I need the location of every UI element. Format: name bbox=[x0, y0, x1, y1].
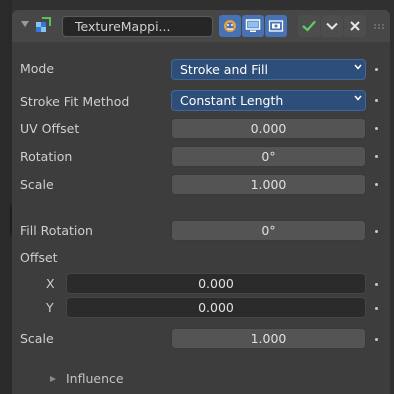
rotation-label: Rotation bbox=[20, 149, 73, 164]
offset-x-label: X bbox=[46, 276, 55, 291]
animate-property-dot[interactable] bbox=[375, 183, 378, 186]
mode-dropdown[interactable]: Stroke and Fill bbox=[171, 59, 366, 80]
edit-mode-toggle[interactable] bbox=[219, 15, 241, 37]
scale-field[interactable]: 1.000 bbox=[171, 174, 366, 195]
editor-left-edge bbox=[0, 0, 12, 394]
modifier-header: TextureMappi... bbox=[12, 10, 390, 42]
stroke-fit-label: Stroke Fit Method bbox=[20, 94, 130, 109]
animate-property-dot[interactable] bbox=[375, 68, 378, 71]
offset-y-field[interactable]: 0.000 bbox=[66, 297, 366, 318]
modifier-panel: TextureMappi... Mode Stroke and Fill Str… bbox=[12, 10, 390, 394]
realtime-display-toggle[interactable] bbox=[242, 15, 264, 37]
animate-property-dot[interactable] bbox=[375, 230, 378, 233]
animate-property-dot[interactable] bbox=[375, 155, 378, 158]
influence-subpanel-header[interactable]: Influence bbox=[66, 371, 124, 386]
collapse-arrow-icon[interactable] bbox=[21, 21, 29, 27]
fill-scale-field[interactable]: 1.000 bbox=[171, 328, 366, 349]
animate-property-dot[interactable] bbox=[375, 99, 378, 102]
stroke-fit-dropdown[interactable]: Constant Length bbox=[171, 90, 366, 111]
remove-modifier-button[interactable] bbox=[344, 15, 366, 37]
animate-property-dot[interactable] bbox=[375, 283, 378, 286]
texture-mapping-modifier-icon bbox=[36, 17, 51, 32]
close-icon bbox=[350, 21, 360, 31]
chevron-down-icon bbox=[326, 22, 338, 30]
offset-x-field[interactable]: 0.000 bbox=[66, 273, 366, 294]
modifier-menu-button[interactable] bbox=[321, 15, 343, 37]
render-toggle[interactable] bbox=[265, 15, 287, 37]
offset-label: Offset bbox=[20, 250, 58, 265]
fill-scale-label: Scale bbox=[20, 331, 54, 346]
stroke-fit-value: Constant Length bbox=[180, 93, 284, 108]
mode-label: Mode bbox=[20, 61, 55, 76]
checkmark-icon bbox=[302, 20, 316, 32]
edit-mode-icon bbox=[224, 20, 236, 32]
uv-offset-field[interactable]: 0.000 bbox=[171, 118, 366, 139]
animate-property-dot[interactable] bbox=[375, 127, 378, 130]
monitor-icon bbox=[245, 19, 261, 32]
uv-offset-label: UV Offset bbox=[20, 121, 80, 136]
scale-label: Scale bbox=[20, 177, 54, 192]
animate-property-dot[interactable] bbox=[375, 338, 378, 341]
fill-rotation-field[interactable]: 0° bbox=[171, 220, 366, 241]
apply-modifier-button[interactable] bbox=[298, 15, 320, 37]
camera-icon bbox=[268, 20, 284, 32]
fill-rotation-label: Fill Rotation bbox=[20, 223, 93, 238]
chevron-down-icon bbox=[354, 95, 362, 101]
animate-property-dot[interactable] bbox=[375, 307, 378, 310]
offset-y-label: Y bbox=[46, 300, 54, 315]
mode-value: Stroke and Fill bbox=[180, 62, 268, 77]
chevron-down-icon bbox=[354, 64, 362, 70]
rotation-field[interactable]: 0° bbox=[171, 146, 366, 167]
expand-arrow-icon[interactable] bbox=[50, 376, 56, 382]
drag-handle-icon[interactable] bbox=[374, 24, 384, 29]
modifier-name-field[interactable]: TextureMappi... bbox=[62, 16, 213, 37]
